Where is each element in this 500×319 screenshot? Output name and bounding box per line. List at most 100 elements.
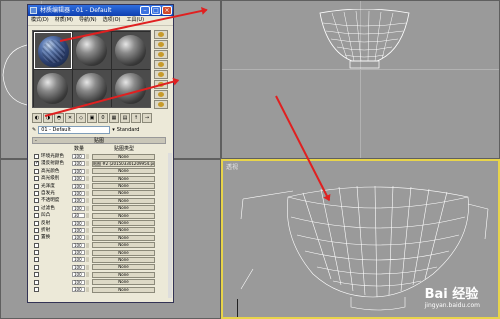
sample-slot[interactable] bbox=[112, 32, 150, 69]
material-type-button[interactable]: Standard bbox=[117, 127, 140, 133]
map-amount-spinner[interactable] bbox=[86, 205, 89, 211]
map-enable-checkbox[interactable] bbox=[34, 279, 39, 285]
map-enable-checkbox[interactable] bbox=[34, 257, 39, 263]
go-parent-button[interactable]: ↑ bbox=[131, 113, 141, 123]
map-slot-button[interactable]: None bbox=[92, 249, 155, 256]
material-id-button[interactable]: 0 bbox=[98, 113, 108, 123]
show-map-button[interactable]: ▦ bbox=[109, 113, 119, 123]
map-amount-field[interactable]: 100 bbox=[72, 287, 85, 293]
close-button[interactable]: × bbox=[162, 6, 172, 15]
map-amount-spinner[interactable] bbox=[86, 264, 89, 270]
map-amount-spinner[interactable] bbox=[86, 168, 89, 174]
map-amount-field[interactable]: 100 bbox=[72, 198, 85, 204]
map-amount-field[interactable]: 100 bbox=[72, 183, 85, 189]
map-slot-button[interactable]: None bbox=[92, 256, 155, 263]
map-slot-button[interactable]: None bbox=[92, 190, 155, 197]
sample-type-button[interactable] bbox=[154, 30, 168, 39]
map-enable-checkbox[interactable] bbox=[34, 160, 39, 167]
map-amount-field[interactable]: 100 bbox=[72, 257, 85, 263]
show-end-result-button[interactable]: ▤ bbox=[120, 113, 130, 123]
put-library-button[interactable]: ▣ bbox=[87, 113, 97, 123]
map-amount-spinner[interactable] bbox=[86, 154, 89, 159]
map-amount-spinner[interactable] bbox=[86, 176, 89, 182]
map-amount-spinner[interactable] bbox=[86, 220, 89, 226]
reset-map-button[interactable]: ✕ bbox=[65, 113, 75, 123]
map-slot-button[interactable]: None bbox=[92, 279, 155, 286]
go-sibling-button[interactable]: → bbox=[142, 113, 152, 123]
map-amount-field[interactable]: 100 bbox=[72, 220, 85, 226]
map-amount-field[interactable]: 100 bbox=[72, 161, 85, 167]
menu-mode[interactable]: 模式(D) bbox=[31, 16, 49, 25]
get-material-button[interactable]: ◐ bbox=[32, 113, 42, 123]
video-check-button[interactable] bbox=[154, 70, 168, 79]
map-amount-spinner[interactable] bbox=[86, 198, 89, 204]
map-amount-spinner[interactable] bbox=[86, 161, 89, 167]
map-amount-spinner[interactable] bbox=[86, 190, 89, 196]
map-enable-checkbox[interactable] bbox=[34, 198, 39, 204]
map-enable-checkbox[interactable] bbox=[34, 154, 39, 159]
map-slot-button[interactable]: None bbox=[92, 264, 155, 271]
title-bar[interactable]: 材质编辑器 - 01 - Default – □ × bbox=[28, 5, 173, 16]
map-enable-checkbox[interactable] bbox=[34, 176, 39, 182]
map-amount-field[interactable]: 100 bbox=[72, 264, 85, 270]
map-enable-checkbox[interactable] bbox=[34, 242, 39, 248]
map-enable-checkbox[interactable] bbox=[34, 190, 39, 196]
maps-rollout-header[interactable]: - 贴图 bbox=[32, 137, 166, 144]
map-enable-checkbox[interactable] bbox=[34, 205, 39, 211]
map-amount-spinner[interactable] bbox=[86, 257, 89, 263]
backlight-button[interactable] bbox=[154, 40, 168, 49]
map-enable-checkbox[interactable] bbox=[34, 235, 39, 241]
map-amount-field[interactable]: 100 bbox=[72, 279, 85, 285]
select-by-material-button[interactable] bbox=[154, 100, 168, 109]
map-amount-spinner[interactable] bbox=[86, 227, 89, 233]
map-enable-checkbox[interactable] bbox=[34, 213, 39, 219]
map-enable-checkbox[interactable] bbox=[34, 272, 39, 278]
map-amount-field[interactable]: 100 bbox=[72, 272, 85, 278]
maximize-button[interactable]: □ bbox=[151, 6, 161, 15]
map-enable-checkbox[interactable] bbox=[34, 250, 39, 256]
eyedropper-icon[interactable]: ✎ bbox=[32, 127, 36, 133]
map-amount-field[interactable]: 100 bbox=[72, 190, 85, 196]
map-amount-spinner[interactable] bbox=[86, 279, 89, 285]
map-slot-button[interactable]: None bbox=[92, 242, 155, 249]
map-slot-button[interactable]: None bbox=[92, 286, 155, 293]
map-enable-checkbox[interactable] bbox=[34, 264, 39, 270]
minimize-button[interactable]: – bbox=[140, 6, 150, 15]
map-amount-spinner[interactable] bbox=[86, 242, 89, 248]
map-enable-checkbox[interactable] bbox=[34, 227, 39, 233]
map-amount-spinner[interactable] bbox=[86, 235, 89, 241]
map-slot-button[interactable]: None bbox=[92, 183, 155, 190]
map-slot-button[interactable]: None bbox=[92, 168, 155, 175]
map-amount-spinner[interactable] bbox=[86, 183, 89, 189]
map-enable-checkbox[interactable] bbox=[34, 220, 39, 226]
map-slot-button[interactable]: None bbox=[92, 220, 155, 227]
map-slot-button[interactable]: None bbox=[92, 205, 155, 212]
map-amount-field[interactable]: 100 bbox=[72, 242, 85, 248]
make-unique-button[interactable]: ◇ bbox=[76, 113, 86, 123]
material-editor-window[interactable]: 材质编辑器 - 01 - Default – □ × 模式(D) 材质(M) 导… bbox=[27, 4, 174, 303]
material-name-field[interactable]: 01 - Default bbox=[38, 126, 111, 134]
viewport-perspective[interactable]: 透视 Bai 经验 jingyan.baidu.com bbox=[221, 159, 500, 319]
map-amount-spinner[interactable] bbox=[86, 250, 89, 256]
dropdown-icon[interactable]: ▾ bbox=[112, 127, 115, 133]
map-enable-checkbox[interactable] bbox=[34, 287, 39, 293]
map-enable-checkbox[interactable] bbox=[34, 168, 39, 174]
map-slot-button[interactable]: None bbox=[92, 212, 155, 219]
map-amount-field[interactable]: 100 bbox=[72, 154, 85, 159]
map-slot-button[interactable]: None bbox=[92, 234, 155, 241]
menu-material[interactable]: 材质(M) bbox=[55, 16, 73, 25]
map-amount-field[interactable]: 100 bbox=[72, 227, 85, 233]
map-enable-checkbox[interactable] bbox=[34, 183, 39, 189]
sample-slot[interactable] bbox=[34, 70, 72, 107]
map-amount-spinner[interactable] bbox=[86, 272, 89, 278]
background-button[interactable] bbox=[154, 50, 168, 59]
viewport-top-right[interactable] bbox=[221, 0, 500, 159]
map-slot-button[interactable]: None bbox=[92, 197, 155, 204]
map-amount-field[interactable]: 100 bbox=[72, 235, 85, 241]
scrollbar[interactable] bbox=[168, 153, 172, 298]
assign-material-button[interactable]: ◓ bbox=[54, 113, 64, 123]
map-slot-button[interactable]: None bbox=[92, 271, 155, 278]
menu-navigation[interactable]: 导航(N) bbox=[79, 16, 97, 25]
uv-tiling-button[interactable] bbox=[154, 60, 168, 69]
menu-options[interactable]: 选项(O) bbox=[103, 16, 121, 25]
